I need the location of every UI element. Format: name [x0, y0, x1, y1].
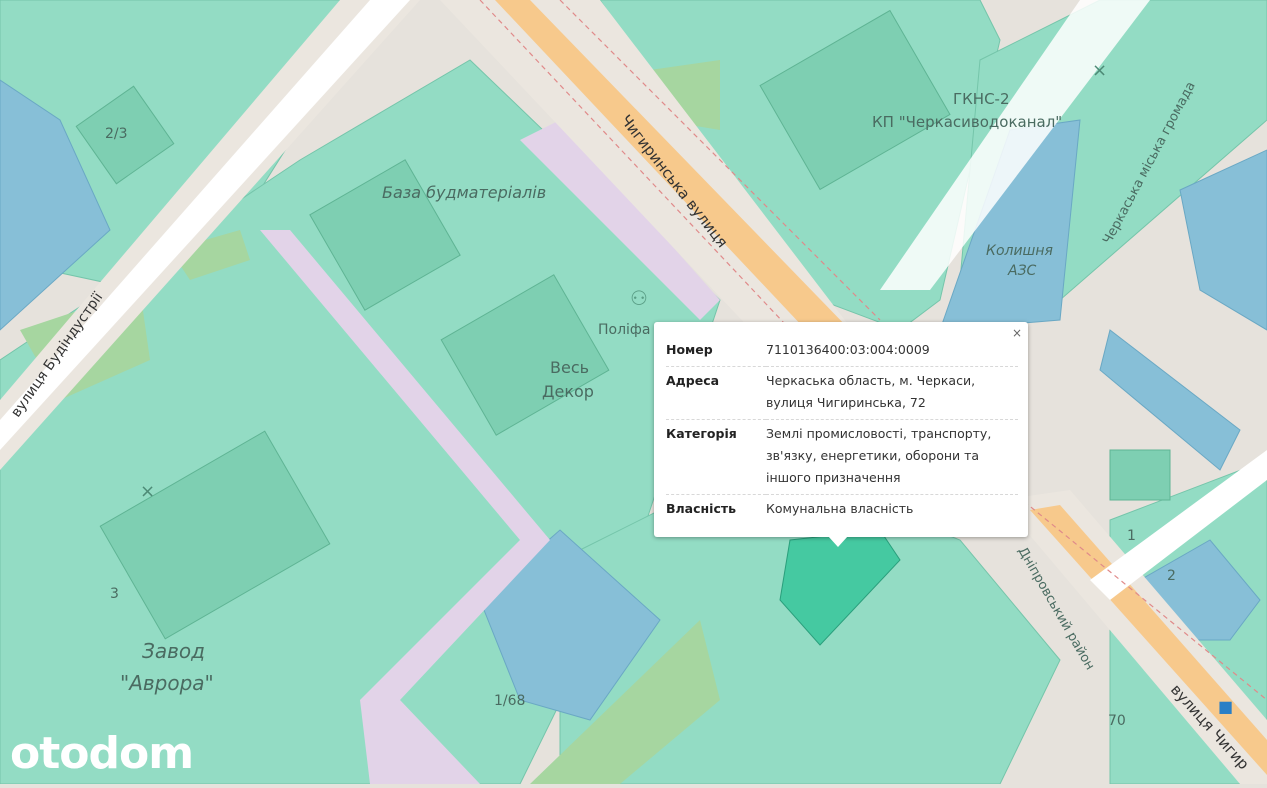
house-number: 1: [1127, 528, 1136, 544]
house-number: 70: [1108, 713, 1126, 729]
poi-label: База будматеріалів: [382, 183, 546, 202]
info-key: Номер: [666, 336, 766, 367]
popup-pointer: [828, 536, 848, 547]
info-key: Власність: [666, 501, 737, 516]
crossing-icon: ×: [1092, 60, 1107, 81]
house-number: 2/3: [105, 126, 128, 142]
poi-label: Весь: [550, 358, 589, 377]
info-value: Черкаська область, м. Черкаси, вулиця Чи…: [766, 366, 1018, 420]
house-number: 2: [1167, 568, 1176, 584]
parcel-info-table: Номер 7110136400:03:004:0009 Адреса Черк…: [666, 336, 1018, 525]
poi-label: Колишня: [986, 243, 1053, 259]
otodom-logo: otodom: [10, 728, 194, 779]
crossing-icon: ×: [140, 481, 155, 502]
poi-label: Поліфа: [598, 322, 650, 338]
info-row-ownership: Власність Комунальна власність: [666, 495, 1018, 526]
playground-icon: ⚇: [630, 286, 648, 310]
bus-stop-icon[interactable]: ■: [1218, 697, 1233, 716]
parcel-info-popup: × Номер 7110136400:03:004:0009 Адреса Че…: [654, 322, 1028, 537]
poi-label: "Аврора": [120, 671, 214, 695]
info-value: Комунальна власність: [766, 501, 914, 516]
info-row-category: Категорія Землі промисловості, транспорт…: [666, 419, 1018, 495]
cadastral-map[interactable]: ⚇ ■ × × Чигиринська вулиця вулиця Чигир …: [0, 0, 1267, 785]
poi-label: Декор: [542, 382, 594, 401]
poi-label: ГКНС-2: [953, 90, 1010, 108]
poi-label: Завод: [142, 639, 205, 663]
info-row-address: Адреса Черкаська область, м. Черкаси, ву…: [666, 366, 1018, 420]
info-key: Категорія: [666, 419, 766, 495]
info-value: 7110136400:03:004:0009: [766, 336, 1018, 367]
info-row-number: Номер 7110136400:03:004:0009: [666, 336, 1018, 367]
house-number: 1/68: [494, 693, 525, 709]
info-key: Адреса: [666, 366, 766, 420]
info-value: Землі промисловості, транспорту, зв'язку…: [766, 419, 1018, 495]
poi-label: АЗС: [1007, 263, 1037, 279]
poi-label: КП "Черкасиводоканал": [872, 113, 1062, 131]
house-number: 3: [110, 586, 119, 602]
